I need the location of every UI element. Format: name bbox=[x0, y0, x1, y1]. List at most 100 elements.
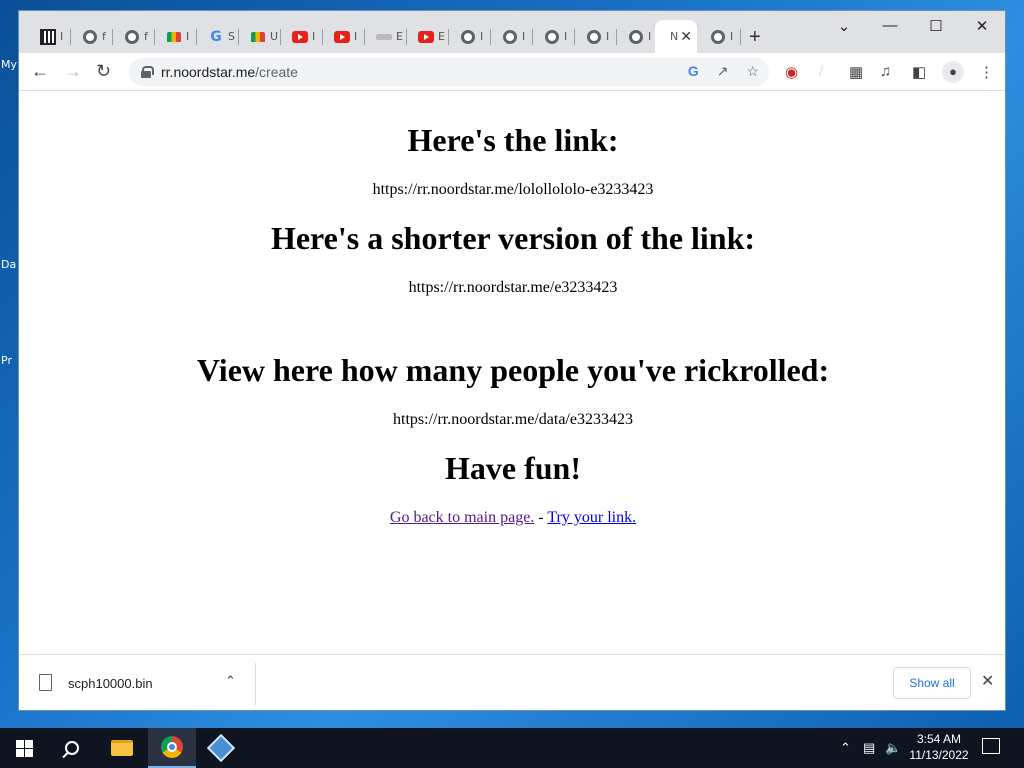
maximize-button[interactable]: ☐ bbox=[913, 17, 959, 35]
divider bbox=[255, 663, 256, 705]
chrome-icon bbox=[628, 29, 644, 45]
side-panel-icon[interactable]: ◧ bbox=[912, 63, 926, 81]
data-link-text: https://rr.noordstar.me/data/e3233423 bbox=[393, 411, 633, 428]
extension-icon[interactable]: ◉ bbox=[785, 63, 798, 81]
browser-tab[interactable]: f bbox=[113, 20, 155, 53]
browser-tab[interactable]: GS bbox=[197, 20, 239, 53]
chrome-icon bbox=[710, 29, 726, 45]
browser-tab[interactable]: f bbox=[71, 20, 113, 53]
browser-tab[interactable]: I bbox=[323, 20, 365, 53]
heading-short-link: Here's a shorter version of the link: bbox=[270, 220, 756, 256]
bookmark-star-icon[interactable]: ☆ bbox=[746, 63, 759, 80]
extension-icon[interactable]: / bbox=[819, 63, 823, 80]
youtube-icon bbox=[418, 29, 434, 45]
tab-title: I bbox=[564, 30, 568, 43]
desktop-icon-label[interactable]: My bbox=[1, 58, 17, 71]
google-lens-icon[interactable]: G bbox=[688, 63, 699, 80]
browser-tab[interactable]: U bbox=[239, 20, 281, 53]
desktop-icon-label[interactable]: Pr bbox=[1, 354, 12, 367]
chrome-icon bbox=[460, 29, 476, 45]
heading-have-fun: Have fun! bbox=[445, 450, 581, 486]
back-to-main-link[interactable]: Go back to main page. bbox=[390, 509, 534, 526]
search-button[interactable] bbox=[48, 728, 96, 768]
tab-title: f bbox=[144, 30, 148, 43]
browser-tab[interactable]: I bbox=[575, 20, 617, 53]
windows-logo-icon bbox=[15, 739, 33, 757]
browser-tab[interactable]: I bbox=[617, 20, 659, 53]
app-taskbar-button[interactable] bbox=[197, 728, 245, 768]
url-text[interactable]: rr.noordstar.me/create bbox=[161, 64, 298, 80]
show-all-button[interactable]: Show all bbox=[893, 667, 971, 699]
tab-title: U bbox=[270, 30, 278, 43]
file-explorer-button[interactable] bbox=[98, 728, 146, 768]
browser-tab[interactable]: I bbox=[491, 20, 533, 53]
notification-icon[interactable] bbox=[982, 738, 1000, 754]
tab-title: E bbox=[396, 30, 403, 43]
google-icon: G bbox=[210, 28, 222, 45]
media-controls-icon[interactable]: ♫ bbox=[880, 63, 891, 80]
extensions-puzzle-icon[interactable]: ▦ bbox=[849, 63, 863, 81]
page-content: Here's the link: https://rr.noordstar.me… bbox=[19, 92, 1005, 654]
search-icon bbox=[65, 741, 79, 755]
tab-search-chevron-icon[interactable]: ⌄ bbox=[821, 17, 867, 35]
download-file-name[interactable]: scph10000.bin bbox=[68, 676, 153, 691]
chrome-taskbar-button[interactable] bbox=[148, 728, 196, 768]
download-bar: scph10000.bin ⌃ Show all ✕ bbox=[19, 654, 1005, 710]
browser-tab[interactable]: E bbox=[407, 20, 449, 53]
profile-avatar-icon[interactable]: ● bbox=[942, 61, 964, 83]
tab-title: I bbox=[606, 30, 610, 43]
tab-divider bbox=[740, 29, 741, 45]
tab-title: I bbox=[60, 30, 64, 43]
chrome-icon bbox=[124, 29, 140, 45]
browser-tab[interactable]: I bbox=[155, 20, 197, 53]
youtube-icon bbox=[292, 29, 308, 45]
minimize-button[interactable]: — bbox=[867, 17, 913, 34]
tray-chevron-icon[interactable]: ⌃ bbox=[840, 740, 851, 756]
footer-links: Go back to main page. - Try your link. bbox=[19, 509, 1005, 527]
link-separator: - bbox=[534, 509, 548, 526]
tab-title: I bbox=[354, 30, 358, 43]
browser-tab[interactable]: N ✕ bbox=[655, 20, 697, 53]
address-bar[interactable]: rr.noordstar.me/create G ↗ ☆ bbox=[129, 58, 769, 86]
folder-icon bbox=[111, 740, 133, 756]
chrome-icon bbox=[586, 29, 602, 45]
chrome-icon bbox=[161, 736, 183, 758]
chrome-icon bbox=[544, 29, 560, 45]
new-tab-button[interactable]: + bbox=[749, 26, 761, 49]
chrome-icon bbox=[82, 29, 98, 45]
start-button[interactable] bbox=[0, 728, 48, 768]
reload-button[interactable]: ↻ bbox=[96, 61, 111, 82]
tab-title: E bbox=[438, 30, 445, 43]
share-icon[interactable]: ↗ bbox=[717, 63, 729, 80]
tab-title: I bbox=[186, 30, 190, 43]
browser-toolbar: ← → ↻ rr.noordstar.me/create G ↗ ☆ ◉ / ▦… bbox=[19, 53, 1005, 91]
chevron-up-icon[interactable]: ⌃ bbox=[225, 673, 236, 689]
tab-strip: If f I G S U I I E E I I I I I N ✕ I + ⌄ — ☐ ✕ bbox=[19, 11, 1005, 53]
browser-tab[interactable]: I bbox=[29, 20, 71, 53]
full-link-text: https://rr.noordstar.me/lolollololo-e323… bbox=[372, 181, 654, 198]
volume-icon[interactable]: 🔈 bbox=[885, 740, 901, 756]
browser-tab[interactable]: I bbox=[533, 20, 575, 53]
browser-window: If f I G S U I I E E I I I I I N ✕ I + ⌄ — ☐ ✕ ← → ↻ rr.n… bbox=[18, 10, 1006, 711]
back-button[interactable]: ← bbox=[31, 61, 49, 82]
close-tab-icon[interactable]: ✕ bbox=[680, 28, 692, 45]
time-text: 3:54 AM bbox=[916, 732, 962, 746]
network-icon[interactable]: ▤ bbox=[863, 740, 875, 756]
drive-icon bbox=[250, 29, 266, 45]
drive-icon bbox=[166, 29, 182, 45]
short-link-text: https://rr.noordstar.me/e3233423 bbox=[408, 279, 618, 296]
browser-tab[interactable]: I bbox=[449, 20, 491, 53]
browser-tab[interactable]: I bbox=[699, 20, 741, 53]
close-icon[interactable]: ✕ bbox=[981, 671, 994, 691]
lock-icon[interactable] bbox=[141, 66, 154, 78]
browser-tab[interactable]: E bbox=[365, 20, 407, 53]
browser-tab[interactable]: I bbox=[281, 20, 323, 53]
clock[interactable]: 3:54 AM 11/13/2022 bbox=[904, 731, 974, 763]
heading-link: Here's the link: bbox=[407, 122, 619, 158]
close-window-button[interactable]: ✕ bbox=[959, 17, 1005, 35]
file-icon bbox=[39, 674, 52, 691]
menu-kebab-icon[interactable]: ⋮ bbox=[979, 63, 994, 81]
try-your-link[interactable]: Try your link. bbox=[547, 509, 636, 526]
forward-button[interactable]: → bbox=[64, 61, 82, 82]
desktop-icon-label[interactable]: Da bbox=[1, 258, 16, 271]
